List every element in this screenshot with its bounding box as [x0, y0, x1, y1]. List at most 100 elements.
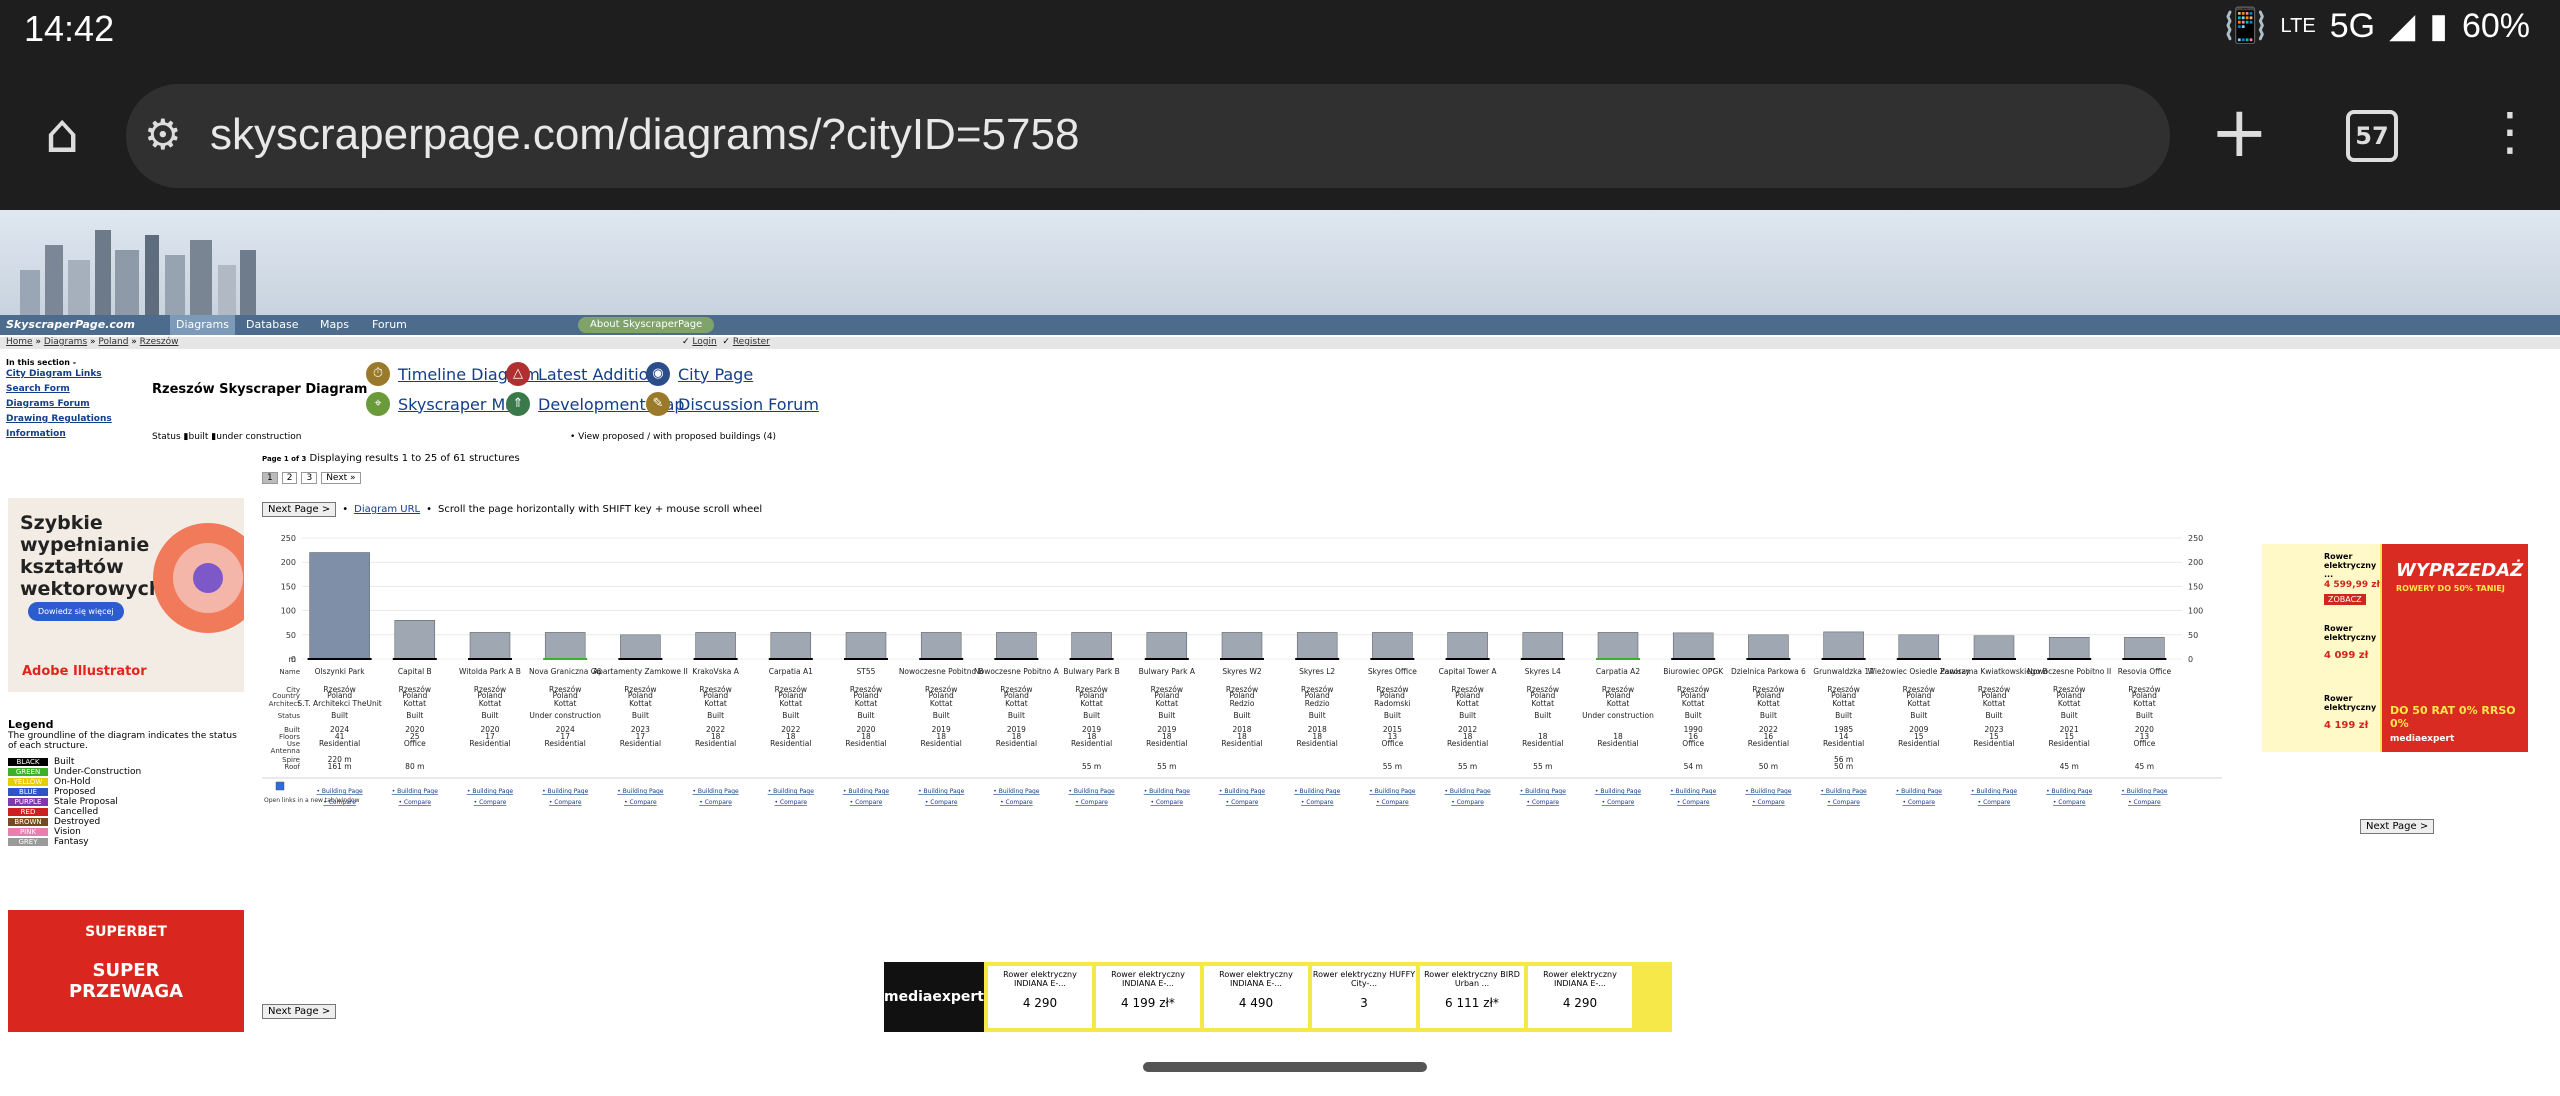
building-page-link[interactable]: • Building Page: [1144, 788, 1191, 795]
open-links-checkbox[interactable]: [275, 781, 285, 791]
sidebar-link-city-diagram-links[interactable]: City Diagram Links: [6, 367, 246, 382]
ad-cta-button[interactable]: Dowiedz się więcej: [28, 602, 124, 621]
ad-bottom-item[interactable]: Rower elektryczny BIRD Urban ... 6 111 zł…: [1420, 966, 1524, 1028]
compare-link[interactable]: • Compare: [1376, 799, 1409, 806]
compare-link[interactable]: • Compare: [1677, 799, 1710, 806]
tool-discussion-forum[interactable]: ✎ Discussion Forum: [646, 392, 819, 416]
register-link[interactable]: Register: [733, 337, 770, 347]
tool-latest-additions[interactable]: △ Latest Additions: [506, 362, 667, 386]
sidebar-link-drawing-regulations[interactable]: Drawing Regulations: [6, 412, 246, 427]
breadcrumb-city[interactable]: Rzeszów: [140, 337, 179, 347]
building-page-link[interactable]: • Building Page: [1444, 788, 1491, 795]
building-page-link[interactable]: • Building Page: [918, 788, 965, 795]
diagram-url-link[interactable]: Diagram URL: [354, 504, 420, 515]
login-link[interactable]: Login: [692, 337, 716, 347]
building-page-link[interactable]: • Building Page: [1896, 788, 1943, 795]
ad-bottom-item[interactable]: Rower elektryczny INDIANA E-... 4 199 zł*: [1096, 966, 1200, 1028]
nav-forum[interactable]: Forum: [366, 315, 413, 335]
compare-link[interactable]: • Compare: [774, 799, 807, 806]
building-page-link[interactable]: • Building Page: [1520, 788, 1567, 795]
compare-link[interactable]: • Compare: [2053, 799, 2086, 806]
building-page-link[interactable]: • Building Page: [692, 788, 739, 795]
next-page-button-right[interactable]: Next Page >: [2360, 814, 2435, 834]
compare-link[interactable]: • Compare: [1150, 799, 1183, 806]
compare-link[interactable]: • Compare: [549, 799, 582, 806]
about-button[interactable]: About SkyscraperPage: [578, 317, 715, 333]
building-page-link[interactable]: • Building Page: [1745, 788, 1792, 795]
compare-link[interactable]: • Compare: [1000, 799, 1033, 806]
ad-bottom-item[interactable]: Rower elektryczny INDIANA E-... 4 290: [988, 966, 1092, 1028]
compare-link[interactable]: • Compare: [925, 799, 958, 806]
building-page-link[interactable]: • Building Page: [617, 788, 664, 795]
ad-superbet[interactable]: SUPERBET SUPER PRZEWAGA: [8, 910, 244, 1032]
next-page-button-bottom[interactable]: Next Page >: [262, 999, 337, 1019]
home-icon[interactable]: ⌂: [30, 102, 94, 166]
building-page-link[interactable]: • Building Page: [1294, 788, 1341, 795]
address-bar[interactable]: ⚙ skyscraperpage.com/diagrams/?cityID=57…: [126, 84, 2170, 188]
building-page-link[interactable]: • Building Page: [2046, 788, 2093, 795]
page-1[interactable]: 1: [262, 472, 278, 484]
breadcrumb-home[interactable]: Home: [6, 337, 33, 347]
new-tab-icon[interactable]: +: [2210, 92, 2269, 172]
building-page-link[interactable]: • Building Page: [316, 788, 363, 795]
next-link[interactable]: Next »: [321, 472, 361, 484]
gesture-bar[interactable]: [1143, 1062, 1427, 1072]
building-page-link[interactable]: • Building Page: [542, 788, 589, 795]
site-logo[interactable]: SkyscraperPage.com: [6, 318, 135, 331]
nav-diagrams[interactable]: Diagrams: [170, 315, 235, 335]
compare-link[interactable]: • Compare: [1978, 799, 2011, 806]
url-text[interactable]: skyscraperpage.com/diagrams/?cityID=5758: [210, 110, 1079, 160]
ad-bottom-item[interactable]: Rower elektryczny INDIANA E-... 4 490: [1204, 966, 1308, 1028]
nav-database[interactable]: Database: [240, 315, 305, 335]
building-page-link[interactable]: • Building Page: [1369, 788, 1416, 795]
compare-link[interactable]: • Compare: [624, 799, 657, 806]
ad-bottom-banner[interactable]: mediaexpert Rower elektryczny INDIANA E-…: [884, 962, 1672, 1032]
compare-link[interactable]: • Compare: [1075, 799, 1108, 806]
compare-link[interactable]: • Compare: [1451, 799, 1484, 806]
ad-bottom-item[interactable]: Rower elektryczny INDIANA E-... 4 290: [1528, 966, 1632, 1028]
compare-link[interactable]: • Compare: [1602, 799, 1635, 806]
ad-bottom-item[interactable]: Rower elektryczny HUFFY City-... 3: [1312, 966, 1416, 1028]
compare-link[interactable]: • Compare: [1827, 799, 1860, 806]
tool-city-page[interactable]: ◉ City Page: [646, 362, 753, 386]
breadcrumb-diagrams[interactable]: Diagrams: [44, 337, 87, 347]
tool-city-page-link[interactable]: City Page: [678, 365, 753, 384]
next-page-button[interactable]: Next Page >: [262, 502, 337, 517]
compare-link[interactable]: • Compare: [2128, 799, 2161, 806]
ad-rowery[interactable]: Rower elektryczny ... 4 599,99 zł ZOBACZ…: [2262, 544, 2528, 752]
building-page-link[interactable]: • Building Page: [768, 788, 815, 795]
compare-link[interactable]: • Compare: [474, 799, 507, 806]
compare-link[interactable]: • Compare: [1301, 799, 1334, 806]
more-menu-icon[interactable]: ⋮: [2484, 102, 2536, 162]
page-3[interactable]: 3: [301, 472, 318, 484]
ad-adobe-illustrator[interactable]: Szybkie wypełnianie kształtów wektorowyc…: [8, 498, 244, 692]
compare-link[interactable]: • Compare: [850, 799, 883, 806]
ad3-item1-cta[interactable]: ZOBACZ: [2324, 594, 2366, 605]
page-2[interactable]: 2: [281, 472, 298, 484]
sidebar-link-diagrams-forum[interactable]: Diagrams Forum: [6, 397, 246, 412]
building-page-link[interactable]: • Building Page: [1068, 788, 1115, 795]
building-page-link[interactable]: • Building Page: [1670, 788, 1717, 795]
compare-link[interactable]: • Compare: [699, 799, 732, 806]
tab-switcher-button[interactable]: 57: [2346, 110, 2398, 162]
breadcrumb-country[interactable]: Poland: [98, 337, 128, 347]
nav-maps[interactable]: Maps: [314, 315, 355, 335]
compare-link[interactable]: • Compare: [1526, 799, 1559, 806]
building-page-link[interactable]: • Building Page: [467, 788, 514, 795]
building-page-link[interactable]: • Building Page: [2121, 788, 2168, 795]
tool-skyscraper-map[interactable]: ⌖ Skyscraper Map: [366, 392, 525, 416]
building-page-link[interactable]: • Building Page: [1219, 788, 1266, 795]
compare-link[interactable]: • Compare: [1226, 799, 1259, 806]
compare-link[interactable]: • Compare: [1752, 799, 1785, 806]
view-proposed[interactable]: • View proposed / with proposed building…: [570, 432, 776, 442]
compare-link[interactable]: • Compare: [398, 799, 431, 806]
building-page-link[interactable]: • Building Page: [1820, 788, 1867, 795]
tool-discussion-forum-link[interactable]: Discussion Forum: [678, 395, 819, 414]
site-settings-icon[interactable]: ⚙: [144, 110, 182, 159]
building-page-link[interactable]: • Building Page: [1595, 788, 1642, 795]
building-page-link[interactable]: • Building Page: [392, 788, 439, 795]
building-page-link[interactable]: • Building Page: [1971, 788, 2018, 795]
building-page-link[interactable]: • Building Page: [993, 788, 1040, 795]
building-page-link[interactable]: • Building Page: [843, 788, 890, 795]
compare-link[interactable]: • Compare: [1902, 799, 1935, 806]
